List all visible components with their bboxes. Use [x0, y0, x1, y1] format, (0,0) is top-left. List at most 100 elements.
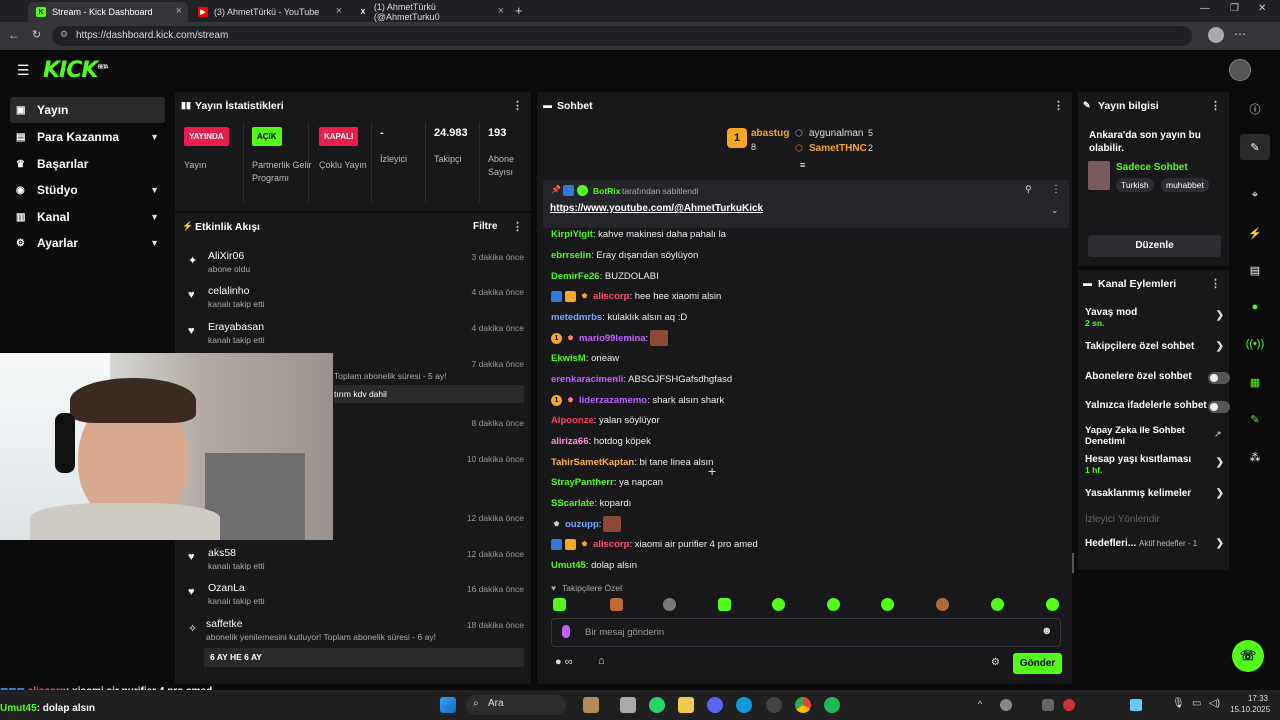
- chat-username[interactable]: ouzupp: [565, 519, 599, 530]
- more-icon[interactable]: ⋯: [1234, 27, 1246, 41]
- action-banned-words[interactable]: Yasaklanmış kelimeler ❯: [1085, 488, 1230, 502]
- action-account-age[interactable]: Hesap yaşı kısıtlaması 1 hf. ❯: [1085, 454, 1230, 479]
- close-icon[interactable]: ×: [176, 5, 182, 17]
- emote-icon[interactable]: [663, 598, 676, 611]
- unpin-icon[interactable]: ⚲: [1025, 184, 1032, 195]
- leader-name[interactable]: SametTHNC: [809, 143, 867, 154]
- send-button[interactable]: Gönder: [1013, 653, 1062, 674]
- chat-bubble-icon[interactable]: ●: [1240, 294, 1270, 320]
- leader-name[interactable]: aygunalman: [809, 128, 863, 139]
- target-icon[interactable]: ⌖: [1240, 182, 1270, 208]
- support-chat-button[interactable]: ☏: [1232, 640, 1264, 672]
- pencil-icon[interactable]: ✎: [1240, 134, 1270, 160]
- tray-app-icon[interactable]: [1130, 699, 1142, 711]
- infinity-icon[interactable]: ● ∞: [555, 656, 573, 668]
- sidebar-item-basarilar[interactable]: ♛ Başarılar: [10, 151, 165, 177]
- tab-x[interactable]: X (1) AhmetTürkü (@AhmetTurku0 ×: [350, 2, 510, 22]
- emote-icon[interactable]: [827, 598, 840, 611]
- tray-chevron-icon[interactable]: ^: [978, 699, 982, 709]
- minimize-icon[interactable]: —: [1200, 3, 1210, 14]
- user-avatar[interactable]: [1229, 59, 1251, 81]
- mic-tray-icon[interactable]: 🎙: [1172, 698, 1185, 709]
- file-explorer-icon[interactable]: [678, 697, 694, 713]
- emote-icon[interactable]: [936, 598, 949, 611]
- tab-kick-dashboard[interactable]: K Stream - Kick Dashboard ×: [28, 2, 188, 22]
- new-tab-icon[interactable]: +: [515, 3, 523, 18]
- menu-icon[interactable]: ☰: [17, 62, 30, 79]
- emote-icon[interactable]: [553, 598, 566, 611]
- more-icon[interactable]: ⋮: [512, 99, 523, 112]
- bolt-icon[interactable]: ⚡: [1240, 220, 1270, 246]
- spotify-icon[interactable]: [824, 697, 840, 713]
- back-icon[interactable]: ←: [8, 28, 20, 42]
- emote-icon[interactable]: [1046, 598, 1059, 611]
- leader-name[interactable]: abastug: [751, 128, 789, 139]
- close-icon[interactable]: ×: [336, 5, 342, 17]
- emotes-only-toggle[interactable]: [1208, 401, 1230, 413]
- clock[interactable]: 17:33 15.10.2025: [1230, 693, 1270, 715]
- sidebar-item-kanal[interactable]: ▥ Kanal ▼: [10, 204, 165, 230]
- external-link-icon[interactable]: ↗: [1214, 429, 1222, 440]
- mic-icon[interactable]: [562, 625, 570, 638]
- chat-username[interactable]: metedmrbs: [551, 312, 602, 323]
- more-icon[interactable]: ⋮: [1051, 184, 1061, 195]
- chat-username[interactable]: KirpiYigit: [551, 229, 593, 240]
- edit-button[interactable]: Düzenle: [1088, 235, 1221, 257]
- tray-app-icon[interactable]: [1000, 699, 1012, 711]
- apps-icon[interactable]: ⁂: [1240, 444, 1270, 470]
- site-info-icon[interactable]: ⚙: [60, 29, 68, 40]
- more-icon[interactable]: ⋮: [1053, 99, 1064, 112]
- close-icon[interactable]: ×: [498, 5, 504, 17]
- chat-scrollbar[interactable]: [1072, 553, 1074, 573]
- volume-icon[interactable]: ◁): [1209, 698, 1220, 709]
- more-icon[interactable]: ⋮: [1210, 99, 1221, 112]
- category-name[interactable]: Sadece Sohbet: [1116, 162, 1188, 173]
- sidebar-item-ayarlar[interactable]: ⚙ Ayarlar ▼: [10, 230, 165, 256]
- emote-icon[interactable]: [991, 598, 1004, 611]
- more-icon[interactable]: ⋮: [512, 220, 523, 233]
- discord-icon[interactable]: [707, 697, 723, 713]
- windows-start-icon[interactable]: [440, 697, 456, 713]
- pinned-link[interactable]: https://www.youtube.com/@AhmetTurkuKick: [550, 203, 763, 214]
- subscribers-only-toggle[interactable]: [1208, 372, 1230, 384]
- chat-username[interactable]: aliscorp: [593, 539, 629, 550]
- layout-icon[interactable]: ▦: [1240, 369, 1270, 395]
- edge-icon[interactable]: [736, 697, 752, 713]
- chat-username[interactable]: liderzazamemo: [579, 395, 647, 406]
- network-icon[interactable]: ▭: [1192, 698, 1201, 709]
- whatsapp-icon[interactable]: [649, 697, 665, 713]
- taskbar-search[interactable]: ⌕ Ara: [466, 695, 566, 715]
- sidebar-item-para-kazanma[interactable]: ▤ Para Kazanma ▼: [10, 124, 165, 150]
- tray-app-icon[interactable]: [1063, 699, 1075, 711]
- kick-logo[interactable]: KICKBETA: [43, 58, 109, 83]
- info-icon[interactable]: ⓘ: [1240, 96, 1270, 122]
- tray-app-icon[interactable]: [1042, 699, 1054, 711]
- chat-username[interactable]: EkwisM: [551, 353, 586, 364]
- window-close-icon[interactable]: ✕: [1258, 3, 1266, 14]
- maximize-icon[interactable]: ❐: [1230, 3, 1239, 14]
- chat-username[interactable]: SScarlate: [551, 498, 594, 509]
- action-emotes-only[interactable]: Yalnızca ifadelerle sohbet: [1085, 400, 1230, 414]
- collapse-icon[interactable]: ≡: [800, 160, 805, 170]
- reload-icon[interactable]: ↻: [32, 28, 41, 41]
- tab-youtube[interactable]: ▶ (3) AhmetTürkü - YouTube ×: [190, 2, 348, 22]
- chat-username[interactable]: mario99lemina: [579, 333, 646, 344]
- action-goals[interactable]: Hedefleri... Aktif hedefler - 1 ❯: [1085, 538, 1230, 552]
- list-icon[interactable]: ▤: [1240, 257, 1270, 283]
- sidebar-item-yayin[interactable]: ▣ Yayın: [10, 97, 165, 123]
- action-ai-moderation[interactable]: Yapay Zeka ile Sohbet Denetimi: [1085, 425, 1200, 449]
- task-view-icon[interactable]: [620, 697, 636, 713]
- emote-icon[interactable]: [718, 598, 731, 611]
- action-followers-only[interactable]: Takipçilere özel sohbet ❯: [1085, 341, 1230, 355]
- chat-input[interactable]: Bir mesaj gönderin ☻: [551, 618, 1061, 647]
- widget-icon[interactable]: [583, 697, 599, 713]
- chat-username[interactable]: TahirSametKaptan: [551, 457, 634, 468]
- gear-icon[interactable]: ⚙: [991, 657, 1000, 668]
- chat-username[interactable]: DemirFe26: [551, 271, 600, 282]
- obs-icon[interactable]: [766, 697, 782, 713]
- emote-icon[interactable]: [881, 598, 894, 611]
- chat-username[interactable]: Umut45: [551, 560, 586, 571]
- chat-username[interactable]: aliriza66: [551, 436, 589, 447]
- store-icon[interactable]: ⌂: [598, 655, 605, 667]
- more-icon[interactable]: ⋮: [1210, 277, 1221, 290]
